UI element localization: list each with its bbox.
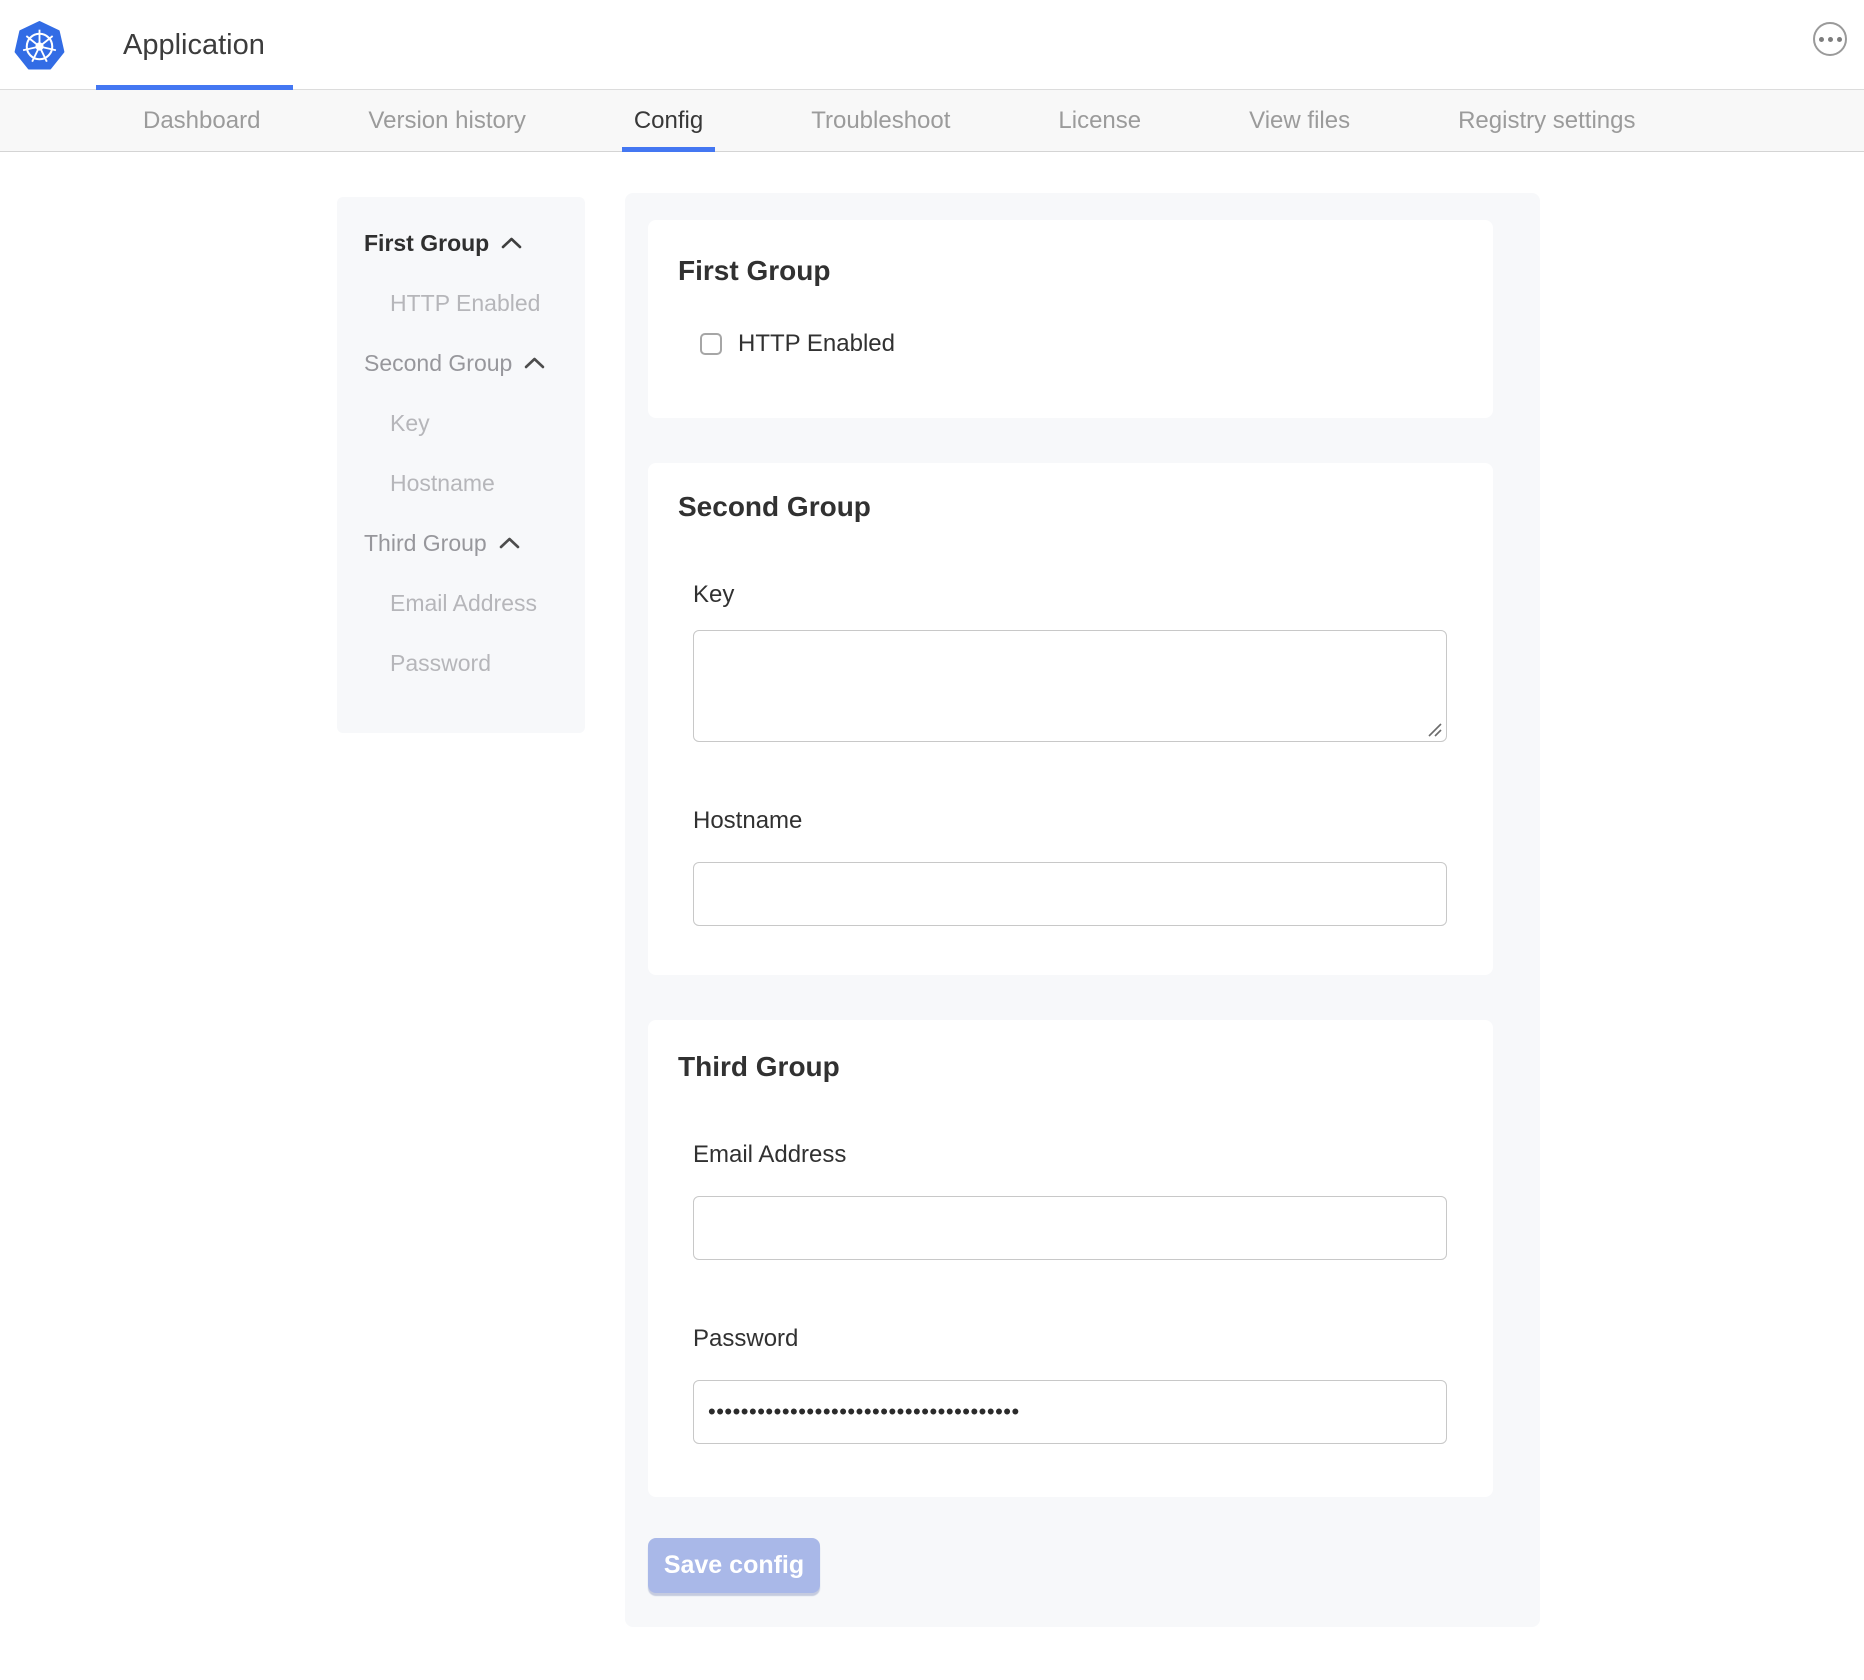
application-tab-label: Application <box>123 29 265 62</box>
email-address-input[interactable] <box>693 1196 1447 1260</box>
sidebar-item-label: Third Group <box>364 530 487 557</box>
ellipsis-icon <box>1819 37 1824 42</box>
sidebar-item-label: Key <box>390 410 430 437</box>
http-enabled-checkbox[interactable] <box>700 333 722 355</box>
more-options-button[interactable] <box>1813 22 1847 56</box>
config-group-first: First Group HTTP Enabled <box>648 220 1493 418</box>
sidebar-item-label: First Group <box>364 230 489 257</box>
tab-license[interactable]: License <box>1004 90 1195 151</box>
group-title: First Group <box>678 254 1463 288</box>
key-textarea[interactable] <box>693 630 1447 742</box>
tab-label: Registry settings <box>1458 107 1635 135</box>
ellipsis-icon <box>1828 37 1833 42</box>
sidebar-item-label: Second Group <box>364 350 512 377</box>
chevron-up-icon <box>524 357 545 369</box>
tab-label: Dashboard <box>143 107 260 135</box>
config-panel: First Group HTTP Enabled Second Group Ke… <box>625 193 1540 1627</box>
sidebar-item-third-group[interactable]: Third Group <box>337 513 585 573</box>
tab-label: View files <box>1249 107 1350 135</box>
http-enabled-label: HTTP Enabled <box>738 330 895 358</box>
sidebar-item-password[interactable]: Password <box>337 633 585 693</box>
sidebar-item-key[interactable]: Key <box>337 393 585 453</box>
config-group-second: Second Group Key Hostname <box>648 463 1493 975</box>
sidebar-item-email-address[interactable]: Email Address <box>337 573 585 633</box>
tab-label: License <box>1058 107 1141 135</box>
tab-registry-settings[interactable]: Registry settings <box>1404 90 1689 151</box>
config-group-third: Third Group Email Address Password <box>648 1020 1493 1497</box>
ellipsis-icon <box>1837 37 1842 42</box>
group-title: Third Group <box>678 1050 1463 1084</box>
app-header: Application <box>0 0 1864 90</box>
password-label: Password <box>693 1324 1463 1354</box>
tab-label: Version history <box>368 107 525 135</box>
kubernetes-logo-icon <box>14 21 65 72</box>
tab-view-files[interactable]: View files <box>1195 90 1404 151</box>
chevron-up-icon <box>501 237 522 249</box>
tab-label: Troubleshoot <box>811 107 950 135</box>
email-address-label: Email Address <box>693 1140 1463 1170</box>
tab-version-history[interactable]: Version history <box>314 90 579 151</box>
config-sidebar: First Group HTTP Enabled Second Group Ke… <box>337 197 585 733</box>
hostname-label: Hostname <box>693 806 1463 836</box>
application-tab[interactable]: Application <box>123 0 265 90</box>
app-subnav: Dashboard Version history Config Trouble… <box>0 90 1864 152</box>
sidebar-item-label: Hostname <box>390 470 495 497</box>
tab-troubleshoot[interactable]: Troubleshoot <box>757 90 1004 151</box>
sidebar-item-label: HTTP Enabled <box>390 290 540 317</box>
group-title: Second Group <box>678 490 1463 524</box>
chevron-up-icon <box>499 537 520 549</box>
save-config-button[interactable]: Save config <box>648 1538 820 1593</box>
tab-config[interactable]: Config <box>580 90 757 151</box>
sidebar-item-second-group[interactable]: Second Group <box>337 333 585 393</box>
key-label: Key <box>693 580 1463 610</box>
tab-label: Config <box>634 107 703 135</box>
sidebar-item-hostname[interactable]: Hostname <box>337 453 585 513</box>
sidebar-item-label: Email Address <box>390 590 537 617</box>
active-tab-indicator <box>622 147 715 152</box>
sidebar-item-http-enabled[interactable]: HTTP Enabled <box>337 273 585 333</box>
tab-dashboard[interactable]: Dashboard <box>89 90 314 151</box>
sidebar-item-first-group[interactable]: First Group <box>337 213 585 273</box>
hostname-input[interactable] <box>693 862 1447 926</box>
password-input[interactable] <box>693 1380 1447 1444</box>
resize-corner-icon[interactable] <box>1427 722 1443 738</box>
sidebar-item-label: Password <box>390 650 491 677</box>
